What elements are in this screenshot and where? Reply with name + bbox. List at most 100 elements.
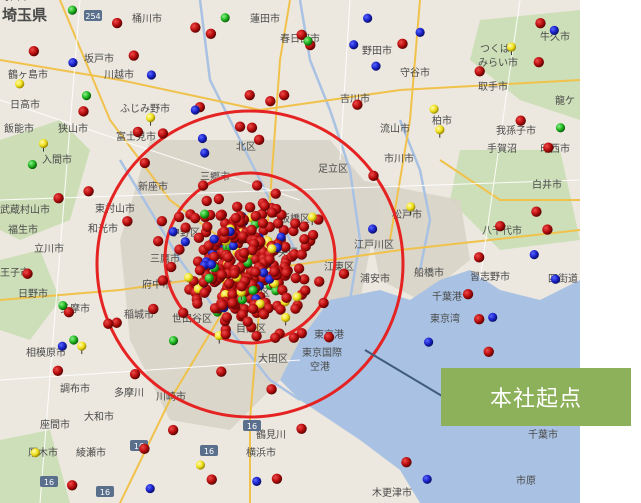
- red-pin[interactable]: [223, 278, 235, 289]
- blue-pin[interactable]: [145, 483, 155, 494]
- red-pin[interactable]: [264, 254, 275, 265]
- red-pin[interactable]: [296, 249, 308, 260]
- blue-pin[interactable]: [371, 61, 381, 71]
- red-pin[interactable]: [122, 216, 133, 227]
- blue-pin[interactable]: [349, 40, 359, 50]
- red-pin[interactable]: [132, 126, 144, 138]
- red-pin[interactable]: [251, 330, 262, 342]
- red-pin[interactable]: [352, 99, 363, 110]
- red-pin[interactable]: [177, 307, 189, 318]
- red-pin[interactable]: [251, 180, 263, 191]
- red-pin[interactable]: [229, 268, 240, 279]
- green-pin[interactable]: [67, 5, 77, 15]
- blue-pin[interactable]: [146, 70, 157, 80]
- red-pin[interactable]: [139, 443, 150, 455]
- red-pin[interactable]: [28, 45, 40, 57]
- red-pin[interactable]: [323, 332, 335, 343]
- red-pin[interactable]: [217, 300, 228, 311]
- red-pin[interactable]: [266, 384, 277, 395]
- red-pin[interactable]: [148, 303, 159, 315]
- red-pin[interactable]: [265, 95, 276, 107]
- red-pin[interactable]: [257, 218, 269, 229]
- red-pin[interactable]: [216, 366, 227, 377]
- red-pin[interactable]: [189, 212, 201, 224]
- red-pin[interactable]: [543, 142, 554, 153]
- blue-pin[interactable]: [368, 224, 378, 234]
- red-pin[interactable]: [266, 207, 278, 218]
- green-pin[interactable]: [27, 159, 37, 170]
- green-pin[interactable]: [248, 285, 258, 295]
- red-pin[interactable]: [199, 287, 210, 298]
- red-pin[interactable]: [281, 292, 292, 304]
- red-pin[interactable]: [290, 218, 301, 229]
- red-pin[interactable]: [494, 220, 506, 232]
- green-pin[interactable]: [555, 123, 566, 133]
- red-pin[interactable]: [281, 267, 292, 279]
- red-pin[interactable]: [197, 180, 209, 191]
- red-pin[interactable]: [300, 285, 311, 296]
- yellow-pin[interactable]: [183, 272, 194, 283]
- red-pin[interactable]: [174, 244, 185, 255]
- yellow-pin[interactable]: [267, 244, 277, 254]
- green-pin[interactable]: [220, 13, 230, 23]
- red-pin[interactable]: [531, 206, 542, 217]
- green-pin[interactable]: [200, 209, 210, 219]
- red-pin[interactable]: [244, 89, 255, 101]
- red-pin[interactable]: [221, 312, 233, 323]
- red-pin[interactable]: [206, 474, 217, 485]
- red-pin[interactable]: [242, 316, 253, 327]
- red-pin[interactable]: [190, 22, 201, 33]
- red-pin[interactable]: [269, 266, 280, 277]
- red-pin[interactable]: [250, 266, 261, 278]
- red-pin[interactable]: [230, 212, 242, 224]
- red-pin[interactable]: [167, 424, 179, 436]
- blue-pin[interactable]: [180, 237, 190, 247]
- red-pin[interactable]: [296, 423, 307, 434]
- red-pin[interactable]: [246, 122, 258, 133]
- blue-pin[interactable]: [68, 57, 78, 68]
- red-pin[interactable]: [194, 264, 206, 276]
- red-pin[interactable]: [244, 202, 256, 213]
- red-pin[interactable]: [222, 252, 234, 263]
- yellow-pin[interactable]: [30, 448, 41, 458]
- green-pin[interactable]: [204, 273, 214, 283]
- blue-pin[interactable]: [415, 27, 425, 37]
- red-pin[interactable]: [270, 332, 281, 343]
- red-pin[interactable]: [238, 247, 250, 259]
- blue-pin[interactable]: [197, 133, 208, 144]
- red-pin[interactable]: [318, 297, 329, 309]
- red-pin[interactable]: [128, 50, 139, 61]
- red-pin[interactable]: [234, 121, 246, 132]
- red-pin[interactable]: [173, 211, 185, 223]
- red-pin[interactable]: [535, 18, 546, 29]
- blue-pin[interactable]: [529, 250, 539, 260]
- red-pin[interactable]: [156, 215, 168, 227]
- red-pin[interactable]: [22, 268, 33, 279]
- red-pin[interactable]: [180, 222, 191, 233]
- red-pin[interactable]: [533, 56, 544, 68]
- red-pin[interactable]: [246, 224, 257, 236]
- red-pin[interactable]: [473, 252, 485, 263]
- yellow-pin[interactable]: [15, 79, 25, 89]
- red-pin[interactable]: [314, 276, 325, 287]
- red-pin[interactable]: [462, 289, 474, 300]
- blue-pin[interactable]: [190, 105, 200, 115]
- red-pin[interactable]: [193, 232, 205, 244]
- blue-pin[interactable]: [424, 337, 434, 347]
- red-pin[interactable]: [216, 269, 228, 281]
- red-pin[interactable]: [401, 457, 412, 468]
- green-pin[interactable]: [168, 336, 179, 346]
- red-pin[interactable]: [288, 332, 300, 343]
- red-pin[interactable]: [205, 28, 217, 39]
- yellow-pin[interactable]: [195, 460, 206, 470]
- red-pin[interactable]: [103, 318, 114, 329]
- red-pin[interactable]: [213, 193, 225, 205]
- red-pin[interactable]: [53, 192, 64, 204]
- red-pin[interactable]: [227, 297, 238, 309]
- red-pin[interactable]: [397, 38, 408, 50]
- red-pin[interactable]: [165, 261, 177, 273]
- red-pin[interactable]: [368, 170, 379, 182]
- red-pin[interactable]: [542, 224, 553, 235]
- red-pin[interactable]: [515, 115, 526, 126]
- green-pin[interactable]: [303, 36, 313, 46]
